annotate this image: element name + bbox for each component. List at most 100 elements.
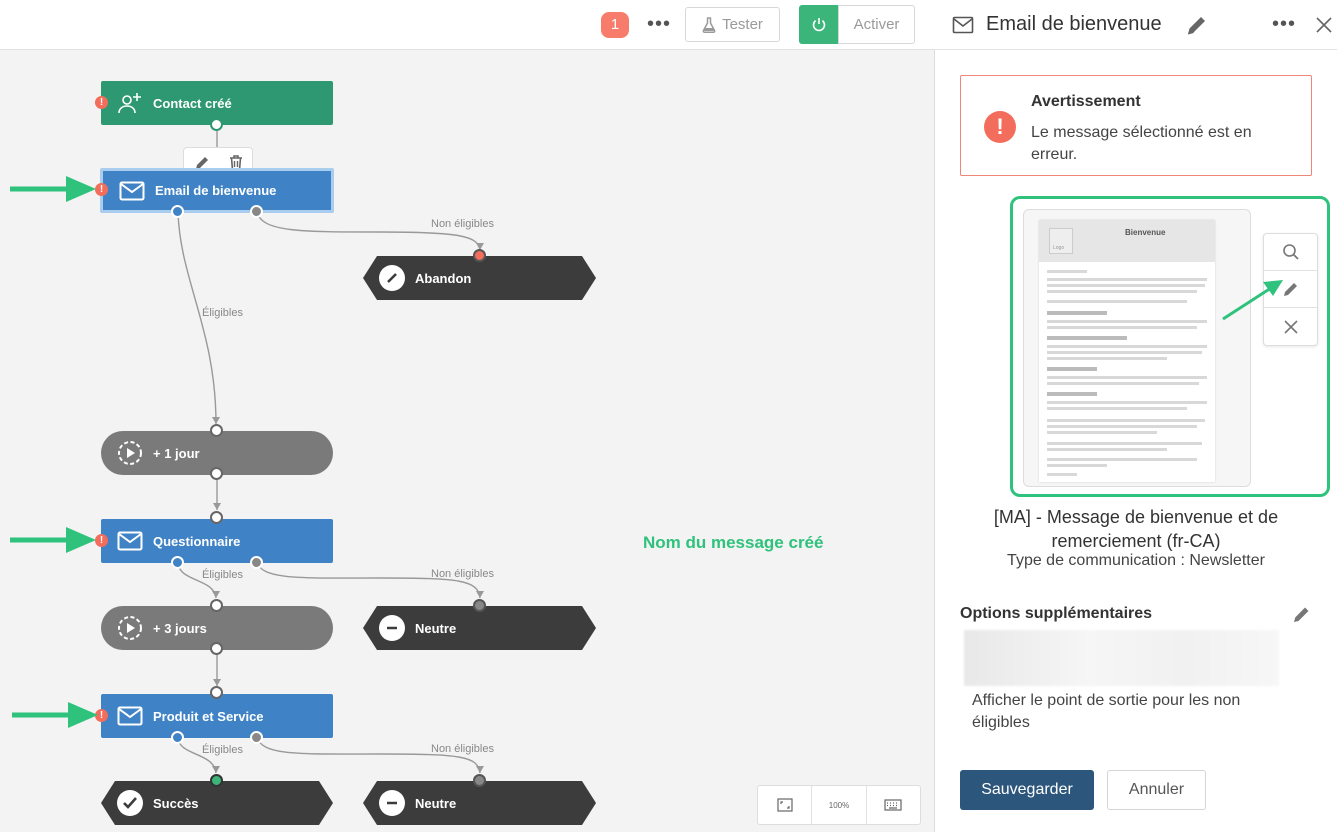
node-neutral[interactable]: Neutre [363, 781, 596, 825]
pencil-icon[interactable] [1185, 13, 1209, 37]
preview-text-line [1047, 401, 1207, 404]
save-button[interactable]: Sauvegarder [960, 770, 1094, 810]
node-survey[interactable]: Questionnaire [101, 519, 333, 563]
node-welcome-email[interactable]: Email de bienvenue [100, 168, 334, 213]
automation-editor: 1 ••• Tester Activer Non éligibles Éligi… [0, 0, 1337, 832]
annotation-arrow-icon [10, 176, 96, 202]
output-port-eligible[interactable] [171, 556, 184, 569]
blurred-content [964, 630, 1279, 686]
preview-text-line [1047, 290, 1197, 293]
pencil-icon[interactable] [1292, 604, 1312, 624]
preview-text-line [1047, 419, 1205, 422]
zoom-level-button[interactable]: 100% [812, 786, 867, 824]
zoom-controls: 100% [757, 785, 921, 825]
annotation-arrow-icon [1222, 280, 1283, 321]
input-port[interactable] [210, 774, 223, 787]
preview-text-line [1047, 284, 1205, 287]
preview-text-line [1047, 458, 1197, 461]
output-port[interactable] [210, 118, 223, 131]
mail-icon [115, 701, 145, 731]
preview-zoom-button[interactable] [1264, 234, 1317, 271]
input-port[interactable] [473, 599, 486, 612]
output-port-eligible[interactable] [171, 205, 184, 218]
properties-panel: Email de bienvenue ••• ! Avertissement L… [935, 0, 1337, 832]
node-label: Neutre [415, 620, 457, 636]
workflow-canvas[interactable]: 1 ••• Tester Activer Non éligibles Éligi… [0, 0, 935, 832]
message-preview[interactable]: Logo Bienvenue [1023, 209, 1251, 487]
options-description: Afficher le point de sortie pour les non… [972, 692, 1241, 731]
preview-text-line [1047, 431, 1157, 434]
search-icon [1282, 244, 1299, 260]
input-port[interactable] [210, 686, 223, 699]
annotation-text: Nom du message créé [643, 533, 824, 552]
slash-circle-icon [377, 263, 407, 293]
preview-heading-line [1047, 392, 1097, 396]
preview-logo-text: Logo [1053, 245, 1065, 251]
node-label: Succès [153, 795, 199, 811]
preview-header: Logo Bienvenue [1039, 220, 1215, 262]
message-name: [MA] - Message de bienvenue et de remerc… [993, 507, 1279, 551]
preview-text-line [1047, 357, 1167, 360]
preview-text-line [1047, 300, 1187, 303]
preview-heading-line [1047, 336, 1127, 340]
node-label: Neutre [415, 795, 457, 811]
output-port[interactable] [210, 467, 223, 480]
preview-text-line [1047, 326, 1197, 329]
timer-play-icon [115, 613, 145, 643]
output-port-not-eligible[interactable] [250, 205, 263, 218]
input-port[interactable] [210, 424, 223, 437]
node-success[interactable]: Succès [101, 781, 333, 825]
output-port[interactable] [210, 642, 223, 655]
output-port-not-eligible[interactable] [250, 731, 263, 744]
check-circle-icon [115, 788, 145, 818]
mail-icon [115, 526, 145, 556]
input-port[interactable] [210, 511, 223, 524]
node-label: Contact créé [153, 95, 232, 111]
output-port-eligible[interactable] [171, 731, 184, 744]
more-options-icon[interactable]: ••• [1272, 14, 1296, 34]
node-neutral[interactable]: Neutre [363, 606, 596, 650]
annotation-arrow-icon [12, 702, 98, 728]
node-label: + 3 jours [153, 620, 207, 636]
annotation-arrow-icon [10, 527, 96, 553]
fit-screen-button[interactable] [758, 786, 813, 824]
minus-circle-icon [377, 788, 407, 818]
node-label: Produit et Service [153, 708, 264, 724]
preview-logo: Logo [1049, 228, 1073, 254]
options-title: Options supplémentaires [960, 605, 1153, 622]
panel-header: Email de bienvenue ••• [935, 0, 1337, 50]
edge-label-eligible: Éligibles [202, 307, 243, 319]
node-abandon[interactable]: Abandon [363, 256, 596, 300]
warning-icon: ! [984, 111, 1016, 143]
preview-text-line [1047, 320, 1207, 323]
node-label: Abandon [415, 270, 472, 286]
minus-circle-icon [377, 613, 407, 643]
close-icon[interactable] [1315, 16, 1333, 34]
add-user-icon [115, 88, 145, 118]
output-port-not-eligible[interactable] [250, 556, 263, 569]
edge-label-not-eligible: Non éligibles [431, 218, 494, 230]
preview-heading-line [1047, 311, 1107, 315]
input-port[interactable] [473, 774, 486, 787]
node-label: Questionnaire [153, 533, 241, 549]
preview-heading-line [1047, 367, 1097, 371]
node-product-service[interactable]: Produit et Service [101, 694, 333, 738]
preview-text-line [1047, 351, 1202, 354]
mail-icon [952, 16, 974, 34]
preview-text-line [1047, 473, 1077, 476]
preview-text-line [1047, 407, 1187, 410]
fit-screen-icon [777, 798, 793, 812]
cancel-button[interactable]: Annuler [1107, 770, 1206, 810]
preview-text-line [1047, 376, 1207, 379]
preview-text-line [1047, 270, 1087, 273]
error-indicator[interactable]: ! [95, 96, 108, 109]
input-port[interactable] [473, 249, 486, 262]
mail-icon [117, 176, 147, 206]
keyboard-shortcuts-button[interactable] [867, 786, 920, 824]
preview-text-line [1047, 448, 1167, 451]
node-label: Email de bienvenue [155, 183, 277, 198]
edge-label-not-eligible: Non éligibles [431, 568, 494, 580]
preview-text-line [1047, 442, 1202, 445]
node-label: + 1 jour [153, 445, 200, 461]
input-port[interactable] [210, 599, 223, 612]
